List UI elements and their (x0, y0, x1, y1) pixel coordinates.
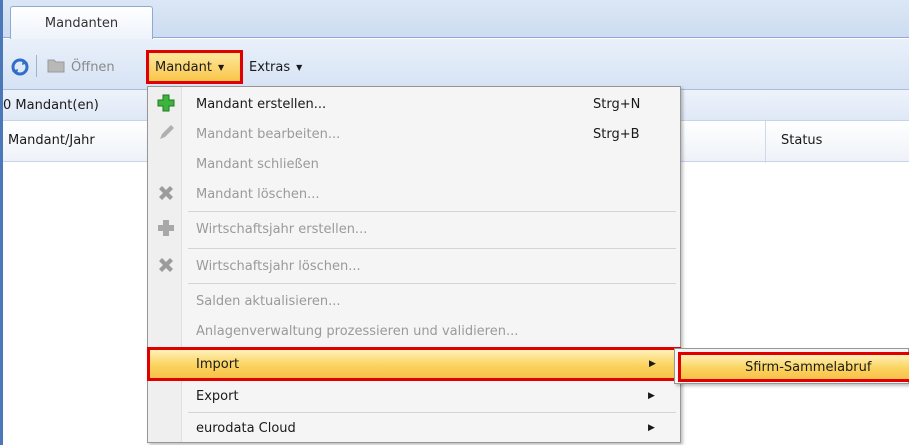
menu-item-mandant-bearbeiten[interactable]: Mandant bearbeiten... Strg+B (148, 119, 680, 149)
submenu-arrow-icon: ▶ (648, 423, 655, 433)
menu-item-anlagenverwaltung[interactable]: Anlagenverwaltung prozessieren und valid… (148, 316, 680, 346)
extras-menu-label: Extras (249, 59, 291, 75)
menu-item-eurodata-cloud[interactable]: eurodata Cloud ▶ (148, 413, 680, 443)
tab-mandanten[interactable]: Mandanten (10, 6, 153, 39)
delete-x-icon (157, 184, 175, 202)
menu-item-import[interactable]: Import ▶ (147, 347, 681, 381)
gray-plus-icon (157, 219, 175, 237)
submenu-arrow-icon: ▶ (649, 359, 656, 369)
tab-strip: Mandanten (3, 0, 909, 39)
submenu-item-sfirm-sammelabruf[interactable]: Sfirm-Sammelabruf (678, 352, 909, 382)
chevron-down-icon: ▼ (296, 62, 303, 72)
import-submenu: Sfirm-Sammelabruf (674, 348, 909, 384)
folder-icon (47, 57, 65, 77)
open-button-label: Öffnen (71, 59, 115, 75)
column-header-status[interactable]: Status (781, 133, 822, 148)
toolbar: Öffnen Mandant ▼ Extras ▼ (3, 39, 909, 90)
column-header-mandant-jahr[interactable]: Mandant/Jahr (8, 133, 95, 148)
column-divider[interactable] (765, 121, 766, 163)
delete-x-icon (157, 256, 175, 274)
menu-separator (188, 283, 676, 284)
extras-menu-button[interactable]: Extras ▼ (249, 54, 302, 80)
refresh-icon[interactable] (10, 54, 30, 80)
menu-item-export[interactable]: Export ▶ (148, 381, 680, 411)
green-plus-icon (157, 94, 175, 112)
open-button[interactable]: Öffnen (47, 54, 115, 80)
mandant-menu-label: Mandant (155, 59, 212, 75)
mandant-menu-button[interactable]: Mandant ▼ (146, 50, 243, 84)
menu-separator (188, 211, 676, 212)
menu-item-wirtschaftsjahr-loeschen[interactable]: Wirtschaftsjahr löschen... (148, 251, 680, 281)
menu-item-wirtschaftsjahr-erstellen[interactable]: Wirtschaftsjahr erstellen... (148, 214, 680, 244)
menu-item-mandant-erstellen[interactable]: Mandant erstellen... Strg+N (148, 89, 680, 119)
menu-item-mandant-schliessen[interactable]: Mandant schließen (148, 149, 680, 179)
record-count: 0 Mandant(en) (3, 97, 99, 113)
menu-separator (188, 248, 676, 249)
menu-item-mandant-loeschen[interactable]: Mandant löschen... (148, 179, 680, 209)
pencil-icon (157, 124, 175, 142)
mandant-dropdown-menu: Mandant erstellen... Strg+N Mandant bear… (147, 86, 681, 443)
toolbar-separator (36, 55, 37, 77)
chevron-down-icon: ▼ (217, 62, 225, 72)
submenu-arrow-icon: ▶ (648, 391, 655, 401)
menu-item-salden-aktualisieren[interactable]: Salden aktualisieren... (148, 286, 680, 316)
